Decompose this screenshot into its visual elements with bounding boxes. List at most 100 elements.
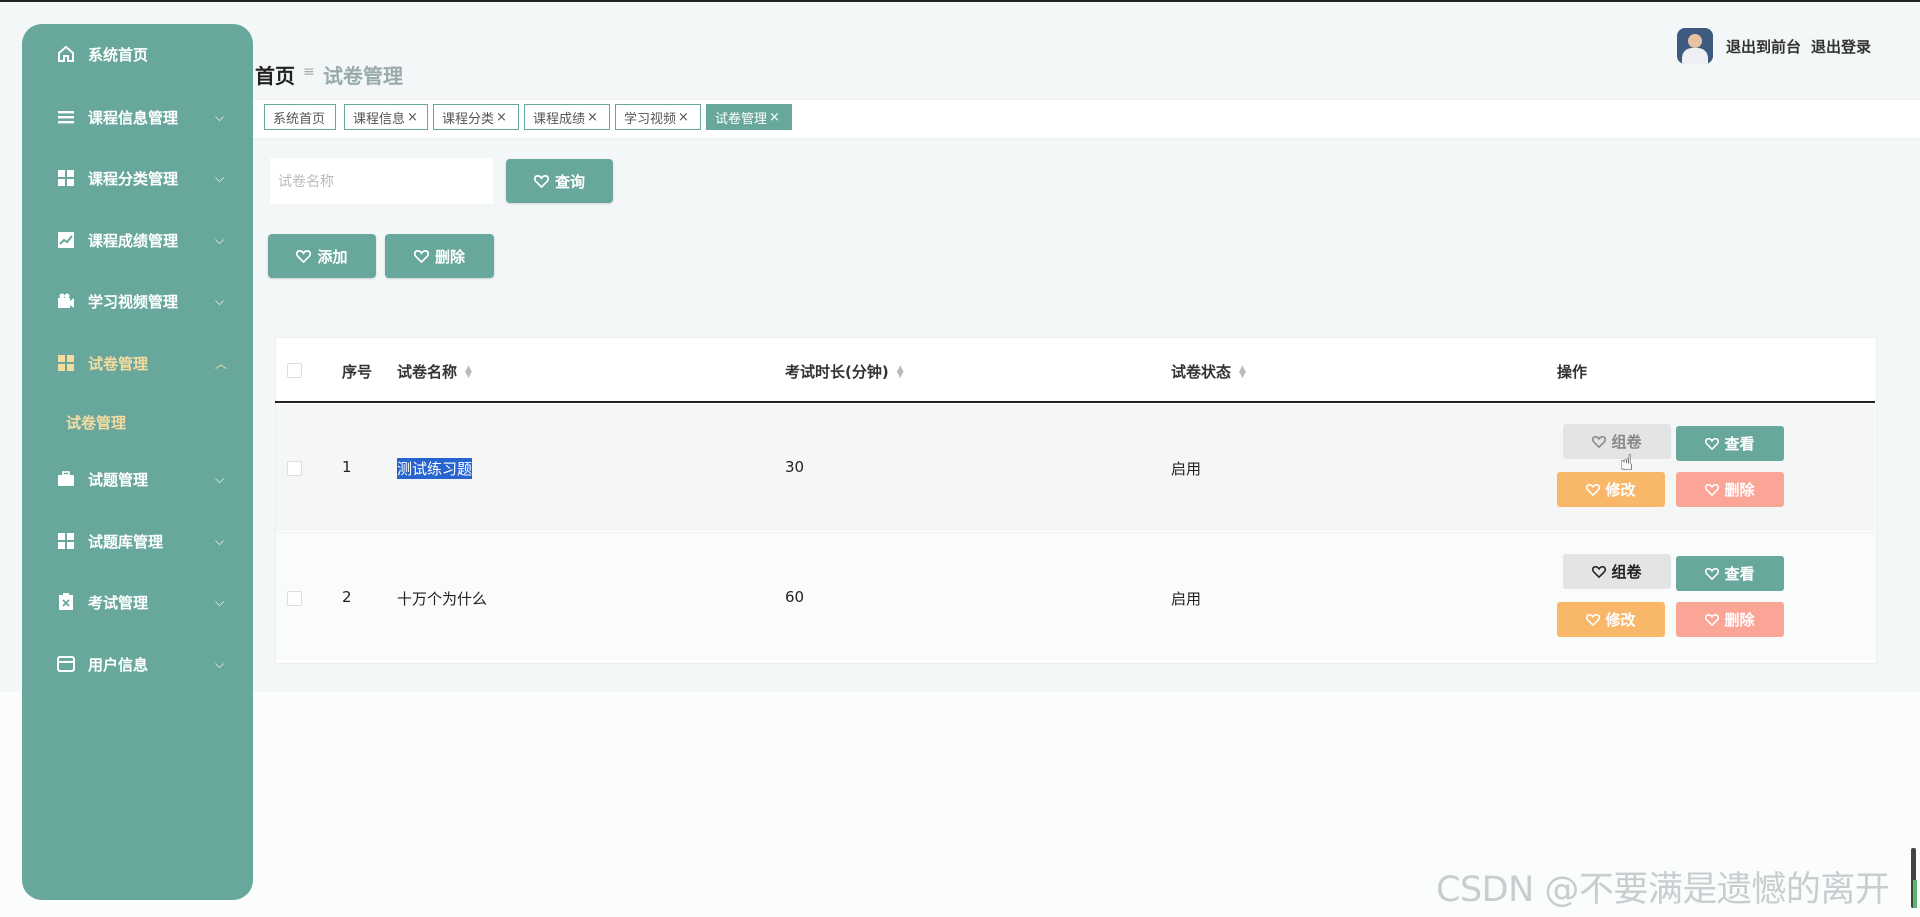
- tab-course-score[interactable]: 课程成绩 ×: [524, 104, 610, 130]
- sidebar-item-label: 用户信息: [88, 655, 149, 674]
- select-all-checkbox[interactable]: [287, 363, 302, 378]
- sidebar-item-user-info[interactable]: 用户信息 ⌵: [22, 644, 253, 684]
- sort-icon[interactable]: ▲ ▼: [465, 364, 472, 379]
- sidebar-item-label: 试卷管理: [88, 354, 149, 373]
- back-to-front-link[interactable]: 退出到前台: [1726, 36, 1801, 57]
- tab-home[interactable]: 系统首页: [264, 104, 336, 130]
- header-divider: [275, 401, 1875, 403]
- heart-icon: [1705, 613, 1720, 626]
- heart-icon: [1705, 567, 1720, 580]
- sidebar-item-label: 课程信息管理: [88, 108, 179, 127]
- sidebar-item-question[interactable]: 试题管理 ⌵: [22, 459, 253, 499]
- cell-index: 2: [342, 588, 352, 606]
- breadcrumb-separator: ≡: [303, 64, 315, 80]
- grid-icon: [57, 354, 75, 372]
- heart-icon: [1586, 483, 1601, 496]
- hand-cursor-icon: ☝: [1620, 451, 1634, 476]
- card-icon: [57, 655, 75, 673]
- cell-name: 十万个为什么: [397, 590, 488, 608]
- close-icon[interactable]: ×: [678, 110, 689, 125]
- cell-duration: 60: [785, 588, 805, 606]
- sidebar-item-label: 系统首页: [88, 45, 149, 64]
- delete-button[interactable]: 删除: [1676, 602, 1784, 637]
- row-checkbox[interactable]: [287, 591, 302, 606]
- chevron-up-icon: ︿: [215, 356, 228, 371]
- sidebar-subitem-exam-paper[interactable]: 试卷管理: [66, 412, 126, 433]
- sidebar: 系统首页 课程信息管理 ⌵ 课程分类管理 ⌵ 课程成绩管理 ⌵ 学习视频管理 ⌵…: [22, 24, 253, 900]
- cell-index: 1: [342, 458, 352, 476]
- briefcase-icon: [57, 470, 75, 488]
- sidebar-item-course-info[interactable]: 课程信息管理 ⌵: [22, 97, 253, 137]
- compose-button[interactable]: 组卷: [1563, 554, 1671, 589]
- heart-icon: [1592, 565, 1607, 578]
- chevron-down-icon: ⌵: [215, 109, 225, 124]
- sidebar-item-course-category[interactable]: 课程分类管理 ⌵: [22, 158, 253, 198]
- grid-icon: [57, 169, 75, 187]
- sidebar-item-course-score[interactable]: 课程成绩管理 ⌵: [22, 220, 253, 260]
- delete-button[interactable]: 删除: [1676, 472, 1784, 507]
- heart-icon: [296, 249, 312, 263]
- cell-status: 启用: [1171, 460, 1202, 478]
- sidebar-item-label: 试题库管理: [88, 532, 164, 551]
- column-header-name[interactable]: 试卷名称 ▲ ▼: [397, 361, 472, 382]
- heart-icon: [1586, 613, 1601, 626]
- list-icon: [57, 108, 75, 126]
- video-icon: [57, 292, 75, 310]
- heart-icon: [533, 174, 549, 188]
- cell-name: 测试练习题: [397, 458, 473, 479]
- avatar[interactable]: [1677, 28, 1713, 64]
- sidebar-item-label: 课程成绩管理: [88, 231, 179, 250]
- breadcrumb-home[interactable]: 首页: [255, 60, 295, 89]
- tab-video[interactable]: 学习视频 ×: [615, 104, 701, 130]
- heart-icon: [1592, 435, 1607, 448]
- sort-icon[interactable]: ▲ ▼: [1239, 364, 1246, 379]
- row-checkbox[interactable]: [287, 461, 302, 476]
- sort-icon[interactable]: ▲ ▼: [897, 364, 904, 379]
- close-icon[interactable]: ×: [769, 110, 780, 125]
- chevron-down-icon: ⌵: [215, 471, 225, 486]
- search-button[interactable]: 查询: [506, 159, 613, 203]
- chevron-down-icon: ⌵: [215, 533, 225, 548]
- column-header-actions: 操作: [1557, 363, 1588, 381]
- edit-button[interactable]: 修改: [1557, 602, 1665, 637]
- search-input[interactable]: [270, 158, 493, 204]
- tab-course-category[interactable]: 课程分类 ×: [433, 104, 519, 130]
- sidebar-item-exam[interactable]: 考试管理 ⌵: [22, 582, 253, 622]
- breadcrumb-current: 试卷管理: [323, 64, 403, 88]
- add-button[interactable]: 添加: [268, 234, 376, 278]
- column-header-duration[interactable]: 考试时长(分钟) ▲ ▼: [785, 361, 904, 382]
- cell-duration: 30: [785, 458, 805, 476]
- sidebar-item-label: 课程分类管理: [88, 169, 179, 188]
- edit-button[interactable]: 修改: [1557, 472, 1665, 507]
- chart-icon: [57, 231, 75, 249]
- sidebar-item-question-bank[interactable]: 试题库管理 ⌵: [22, 521, 253, 561]
- tab-exam-paper[interactable]: 试卷管理 ×: [706, 104, 792, 130]
- sidebar-item-home[interactable]: 系统首页: [22, 34, 253, 74]
- view-button[interactable]: 查看: [1676, 426, 1784, 461]
- sidebar-item-exam-paper[interactable]: 试卷管理 ︿: [22, 343, 253, 383]
- home-icon: [57, 45, 75, 63]
- chevron-down-icon: ⌵: [215, 656, 225, 671]
- chevron-down-icon: ⌵: [215, 170, 225, 185]
- tab-course-info[interactable]: 课程信息 ×: [344, 104, 428, 130]
- clipboard-icon: [57, 593, 75, 611]
- sidebar-item-label: 考试管理: [88, 593, 149, 612]
- close-icon[interactable]: ×: [496, 110, 507, 125]
- batch-delete-button[interactable]: 删除: [385, 234, 494, 278]
- logout-link[interactable]: 退出登录: [1811, 36, 1871, 57]
- view-button[interactable]: 查看: [1676, 556, 1784, 591]
- heart-icon: [1705, 483, 1720, 496]
- watermark: CSDN @不要满是遗憾的离开: [1436, 870, 1890, 910]
- close-icon[interactable]: ×: [587, 110, 598, 125]
- close-icon[interactable]: ×: [407, 110, 418, 125]
- column-header-index: 序号: [342, 363, 373, 381]
- column-header-status[interactable]: 试卷状态 ▲ ▼: [1171, 361, 1246, 382]
- cell-status: 启用: [1171, 590, 1202, 608]
- sidebar-item-video[interactable]: 学习视频管理 ⌵: [22, 281, 253, 321]
- chevron-down-icon: ⌵: [215, 594, 225, 609]
- grid-icon: [57, 532, 75, 550]
- sidebar-item-label: 学习视频管理: [88, 292, 179, 311]
- scrollbar-thumb[interactable]: [1913, 880, 1917, 908]
- chevron-down-icon: ⌵: [215, 232, 225, 247]
- compose-button[interactable]: 组卷: [1563, 424, 1671, 459]
